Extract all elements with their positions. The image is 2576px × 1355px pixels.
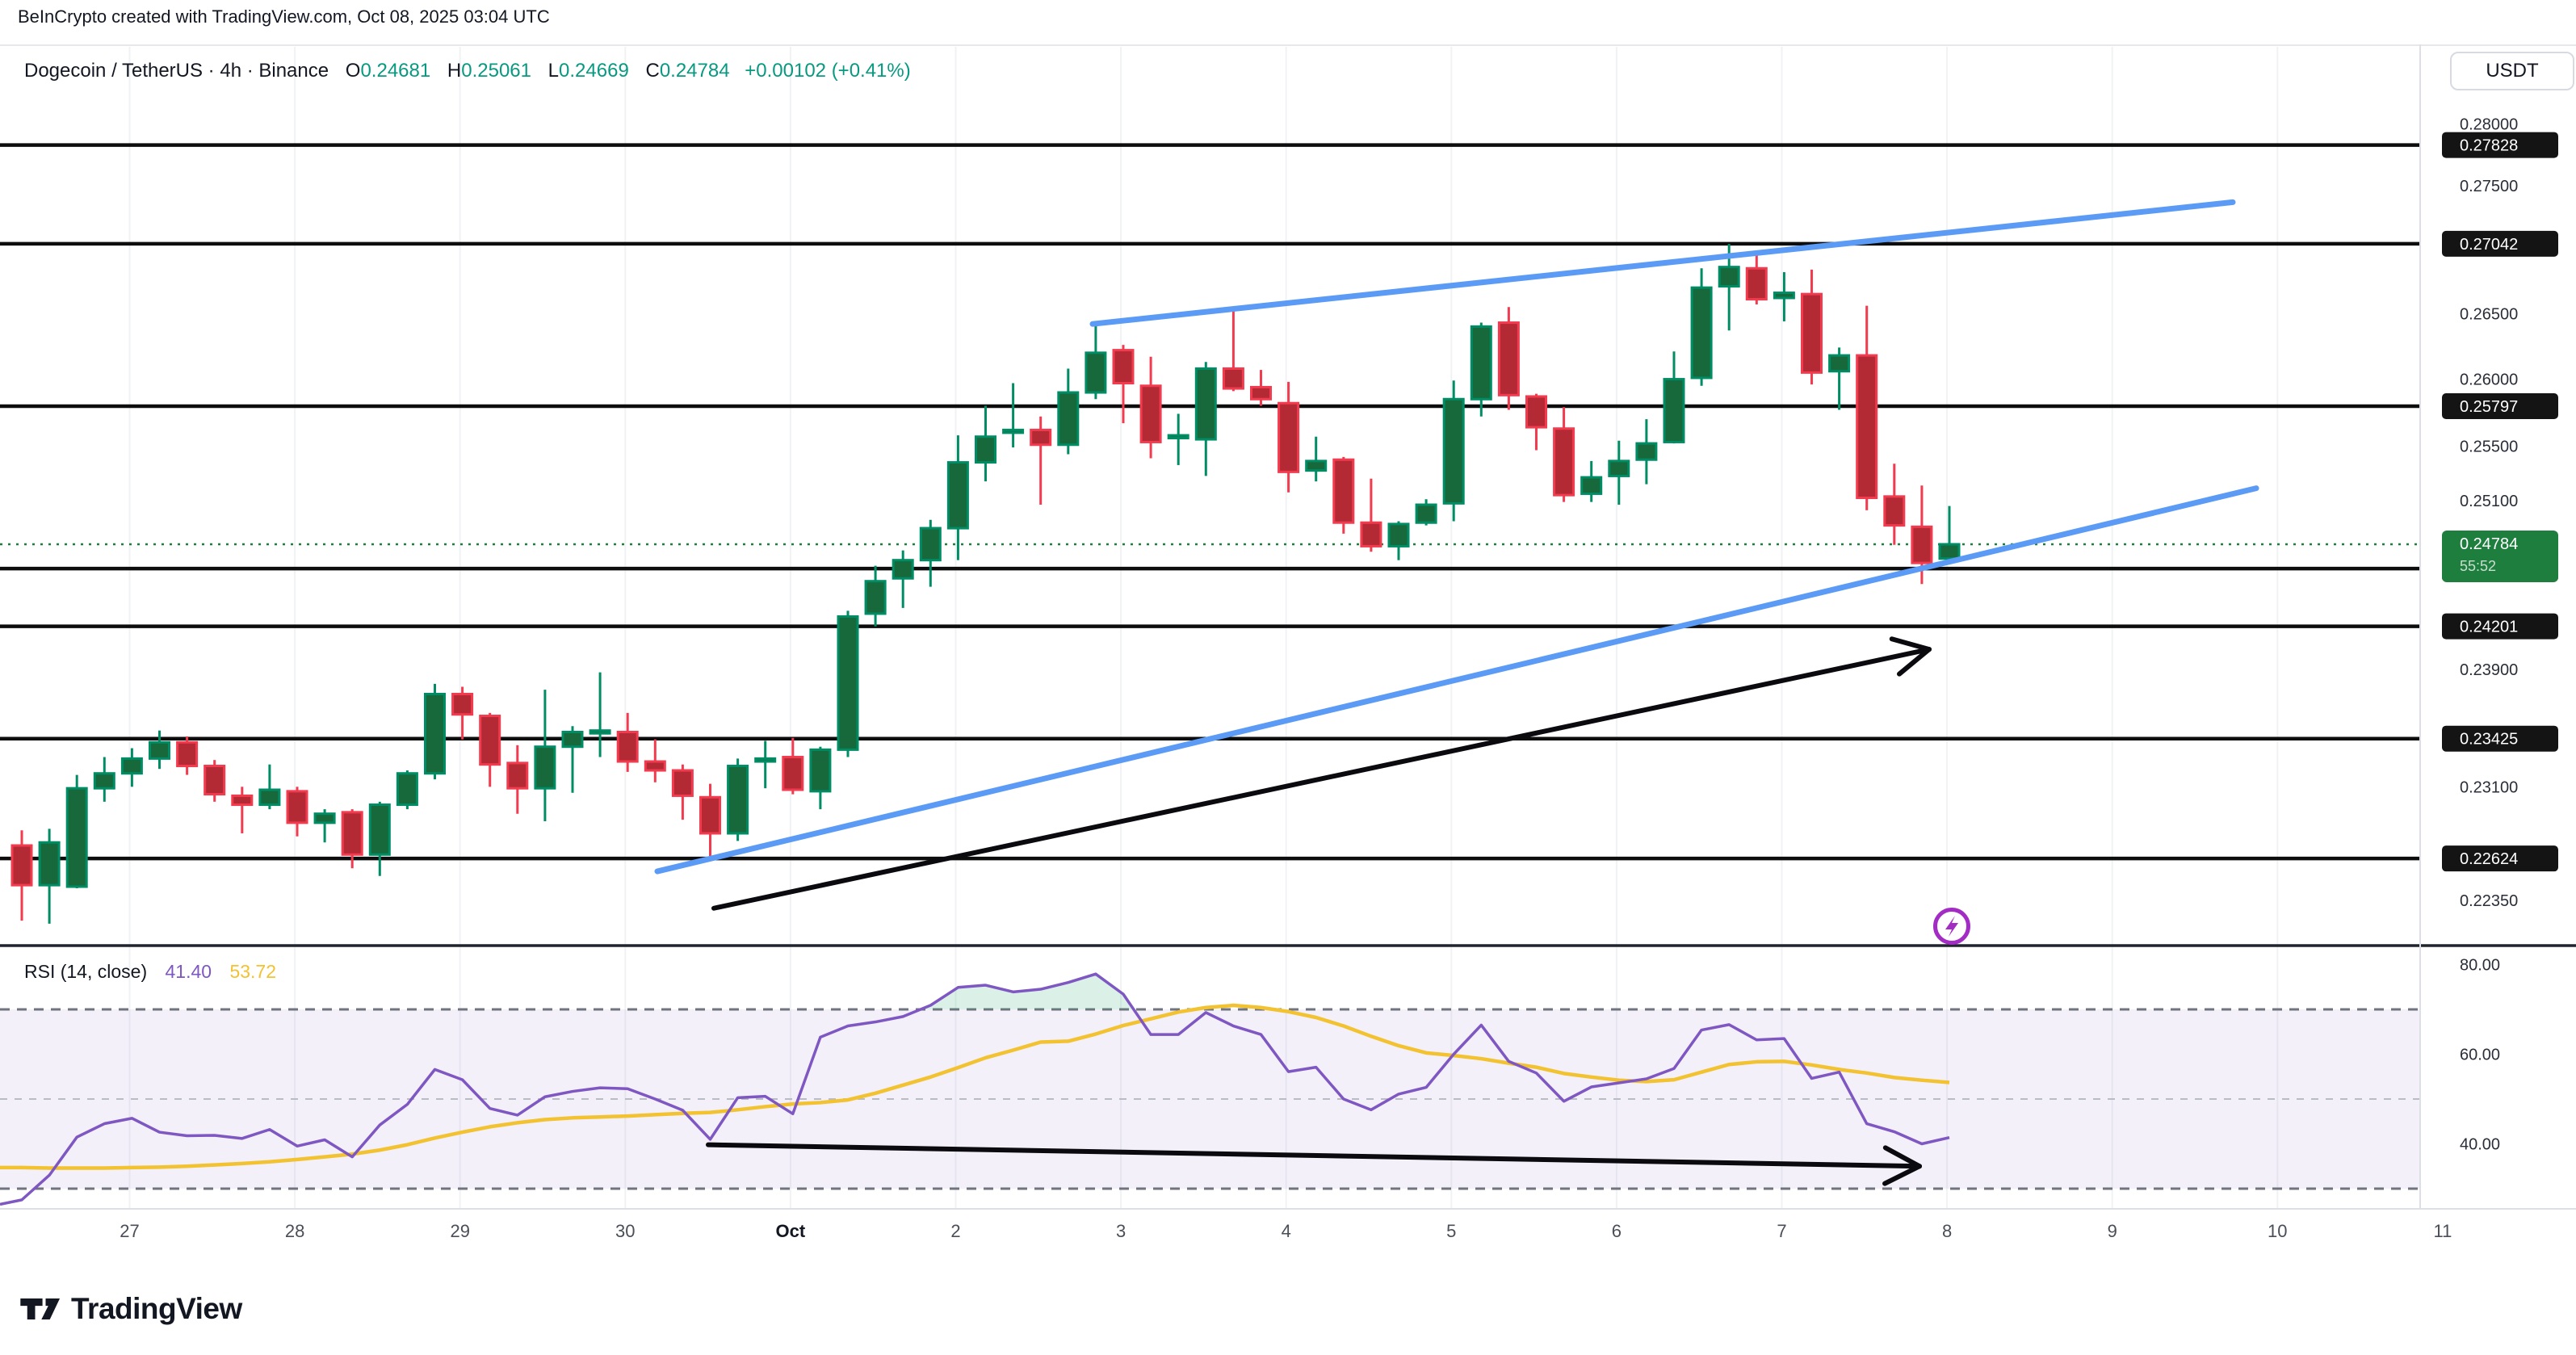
current-price-label: 0.24784 55:52	[2442, 531, 2558, 582]
svg-text:0.23900: 0.23900	[2460, 661, 2518, 679]
candlesticks	[12, 244, 1959, 924]
svg-text:Oct: Oct	[776, 1221, 806, 1241]
svg-text:0.22624: 0.22624	[2460, 850, 2518, 868]
close-value: 0.24784	[660, 60, 730, 82]
chart-canvas[interactable]: 0.28000 0.27500 0.26500 0.26000 0.25500 0.251…	[0, 0, 2576, 1355]
trendline-upper[interactable]	[1093, 202, 2233, 324]
svg-text:0.24201: 0.24201	[2460, 619, 2518, 636]
trendline-lower[interactable]	[657, 489, 2256, 871]
open-label: O	[346, 60, 361, 82]
tradingview-logo[interactable]: TradingView	[19, 1290, 242, 1328]
svg-text:0.28000: 0.28000	[2460, 115, 2518, 133]
svg-text:0.27042: 0.27042	[2460, 236, 2518, 254]
svg-text:0.24784: 0.24784	[2460, 535, 2518, 553]
svg-text:0.27828: 0.27828	[2460, 137, 2518, 155]
svg-text:0.25797: 0.25797	[2460, 398, 2518, 416]
change-value: +0.00102 (+0.41%)	[745, 60, 911, 82]
svg-text:0.27500: 0.27500	[2460, 178, 2518, 195]
open-value: 0.24681	[360, 60, 430, 82]
svg-text:3: 3	[1116, 1221, 1126, 1241]
svg-text:27: 27	[120, 1221, 139, 1241]
svg-text:10: 10	[2268, 1221, 2287, 1241]
symbol-title[interactable]: Dogecoin / TetherUS · 4h · Binance	[24, 60, 329, 82]
svg-text:28: 28	[285, 1221, 304, 1241]
svg-text:8: 8	[1942, 1221, 1952, 1241]
svg-text:6: 6	[1612, 1221, 1622, 1241]
svg-text:0.22350: 0.22350	[2460, 892, 2518, 910]
svg-text:0.26000: 0.26000	[2460, 371, 2518, 389]
svg-text:55:52: 55:52	[2460, 558, 2496, 574]
svg-text:2: 2	[950, 1221, 960, 1241]
rsi-ma-value: 53.72	[229, 961, 276, 982]
svg-text:0.23100: 0.23100	[2460, 778, 2518, 796]
svg-text:0.25100: 0.25100	[2460, 493, 2518, 510]
svg-text:80.00: 80.00	[2460, 957, 2500, 975]
svg-text:0.26500: 0.26500	[2460, 305, 2518, 323]
high-value: 0.25061	[461, 60, 531, 82]
low-label: L	[548, 60, 559, 82]
tradingview-logo-text: TradingView	[71, 1292, 242, 1326]
svg-text:9: 9	[2108, 1221, 2117, 1241]
svg-text:0.23425: 0.23425	[2460, 731, 2518, 749]
trend-arrow-main[interactable]	[714, 639, 1929, 908]
svg-text:0.25500: 0.25500	[2460, 438, 2518, 455]
svg-text:7: 7	[1777, 1221, 1786, 1241]
svg-text:30: 30	[615, 1221, 635, 1241]
close-label: C	[645, 60, 659, 82]
price-level-lines	[0, 145, 2420, 859]
svg-text:5: 5	[1446, 1221, 1456, 1241]
high-label: H	[447, 60, 461, 82]
svg-text:11: 11	[2433, 1221, 2452, 1241]
rsi-value: 41.40	[166, 961, 212, 982]
attribution-text: BeInCrypto created with TradingView.com,…	[18, 6, 550, 27]
rsi-title: RSI (14, close)	[24, 961, 147, 982]
rsi-band	[0, 1009, 2420, 1189]
currency-toggle-button[interactable]: USDT	[2450, 52, 2574, 90]
low-value: 0.24669	[559, 60, 629, 82]
price-axis[interactable]: 0.28000 0.27500 0.26500 0.26000 0.25500 0.251…	[2442, 115, 2558, 1153]
svg-text:29: 29	[450, 1221, 469, 1241]
tradingview-logo-icon	[19, 1290, 61, 1328]
rsi-legend: RSI (14, close) 41.40 53.72	[24, 961, 276, 983]
time-axis[interactable]: 27 28 29 30 Oct 2 3 4 5 6 7 8 9 10 11	[120, 1221, 2452, 1241]
svg-text:60.00: 60.00	[2460, 1047, 2500, 1064]
svg-text:4: 4	[1282, 1221, 1291, 1241]
chart-legend: Dogecoin / TetherUS · 4h · Binance O0.24…	[24, 60, 911, 82]
svg-text:40.00: 40.00	[2460, 1136, 2500, 1154]
flash-icon[interactable]	[1936, 910, 1969, 943]
